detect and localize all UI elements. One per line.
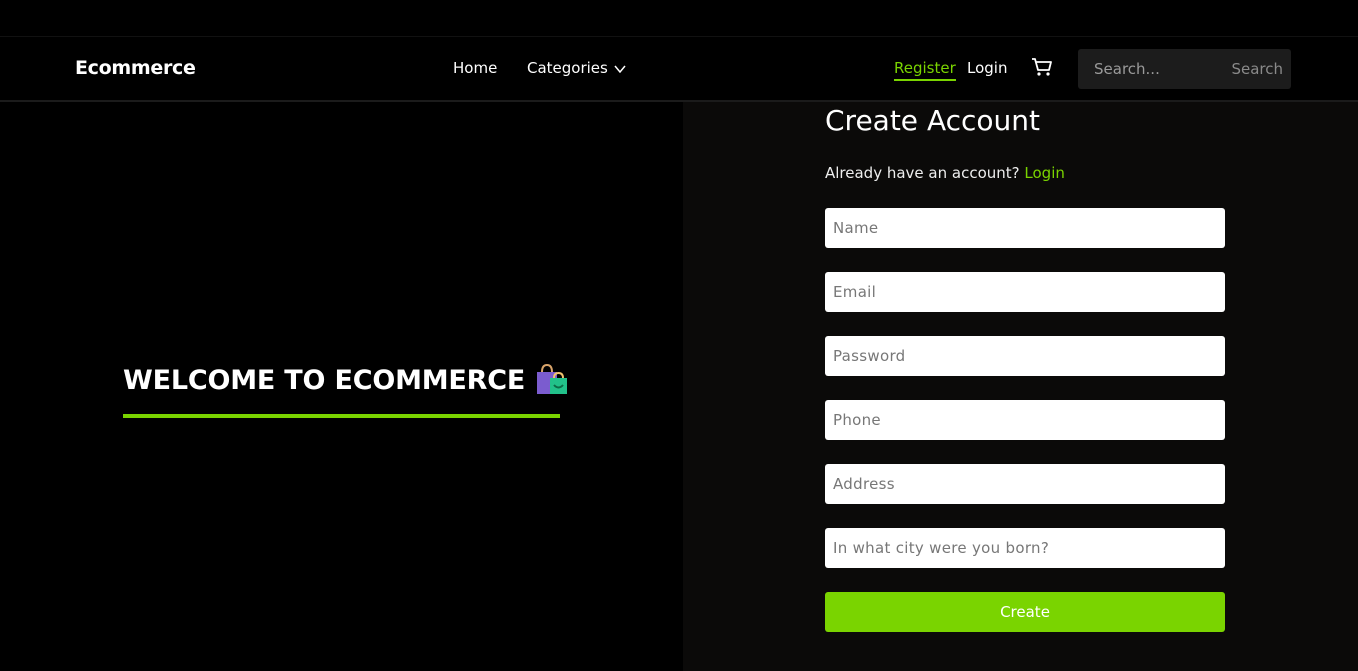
nav-home-link[interactable]: Home (453, 59, 497, 77)
name-field[interactable] (825, 208, 1225, 248)
create-account-button[interactable]: Create (825, 592, 1225, 632)
email-field[interactable] (825, 272, 1225, 312)
welcome-heading: WELCOME TO ECOMMERCE (123, 364, 569, 396)
already-account-label: Already have an account? (825, 164, 1020, 182)
brand-logo[interactable]: Ecommerce (75, 57, 196, 79)
nav-login-link[interactable]: Login (967, 59, 1007, 77)
phone-field[interactable] (825, 400, 1225, 440)
chevron-down-icon (614, 65, 626, 73)
hero-panel: WELCOME TO ECOMMERCE (0, 102, 683, 671)
cart-button[interactable] (1031, 57, 1053, 81)
form-login-link[interactable]: Login (1024, 164, 1064, 182)
search-button[interactable]: Search (1231, 60, 1283, 78)
navbar: Ecommerce Home Categories Register Login… (0, 37, 1358, 102)
form-title: Create Account (825, 104, 1040, 137)
search-box: Search (1078, 49, 1291, 89)
welcome-underline (123, 414, 560, 418)
security-question-field[interactable] (825, 528, 1225, 568)
address-field[interactable] (825, 464, 1225, 504)
search-input[interactable] (1078, 49, 1228, 89)
nav-categories-label: Categories (527, 59, 608, 77)
shopping-bags-icon (537, 364, 568, 394)
nav-register-link[interactable]: Register (894, 59, 956, 81)
password-field[interactable] (825, 336, 1225, 376)
register-form-panel: Create Account Already have an account? … (683, 102, 1358, 671)
top-strip (0, 0, 1358, 37)
welcome-text: WELCOME TO ECOMMERCE (123, 364, 526, 396)
nav-categories-dropdown[interactable]: Categories (527, 59, 626, 77)
cart-icon (1032, 58, 1052, 76)
already-account-text: Already have an account? Login (825, 164, 1065, 182)
